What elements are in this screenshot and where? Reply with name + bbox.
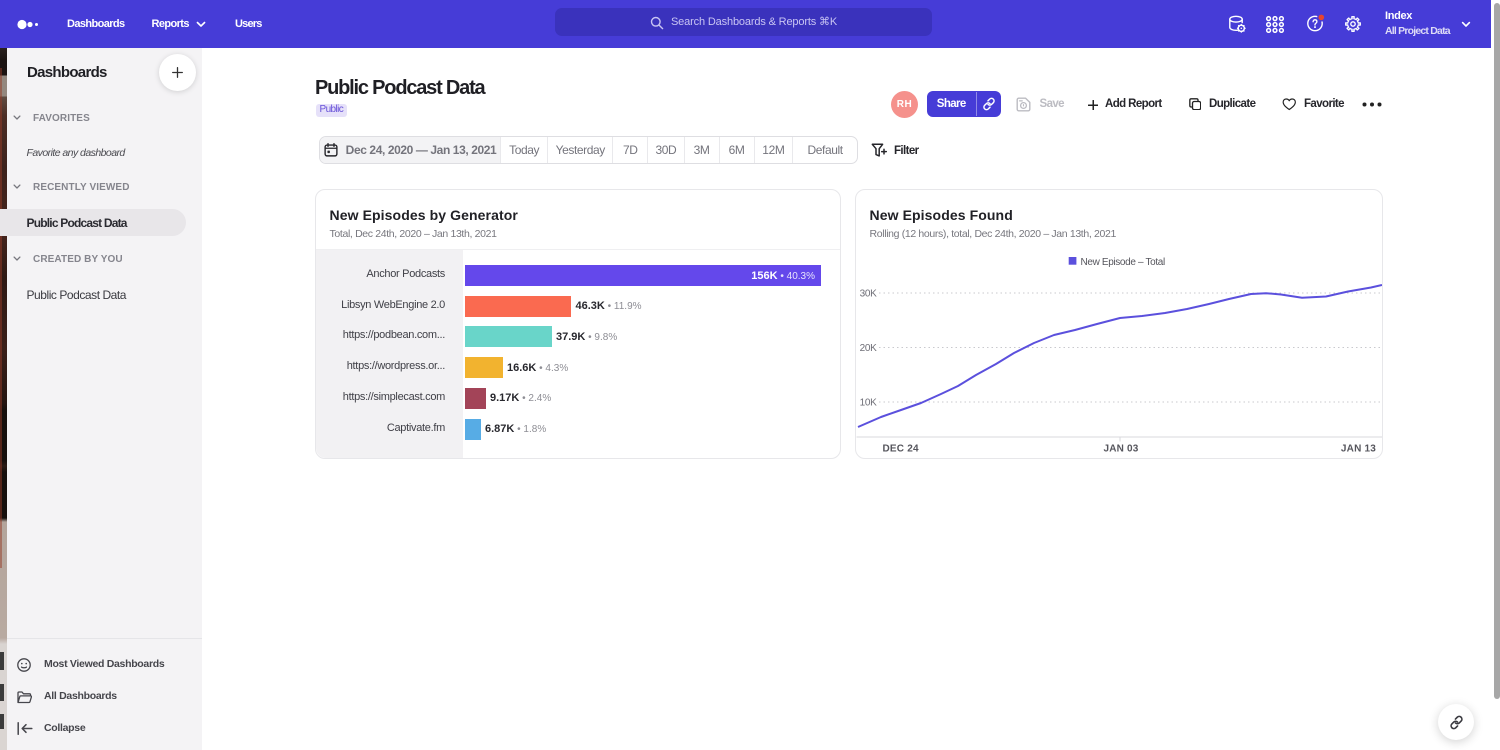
svg-text:JAN 13: JAN 13 <box>1341 444 1376 455</box>
svg-text:DEC 24: DEC 24 <box>883 444 919 455</box>
svg-text:New Episode – Total: New Episode – Total <box>1081 257 1165 268</box>
svg-text:20K: 20K <box>860 343 878 354</box>
svg-text:JAN 03: JAN 03 <box>1103 444 1138 455</box>
svg-text:10K: 10K <box>860 398 878 409</box>
svg-text:30K: 30K <box>860 289 878 300</box>
